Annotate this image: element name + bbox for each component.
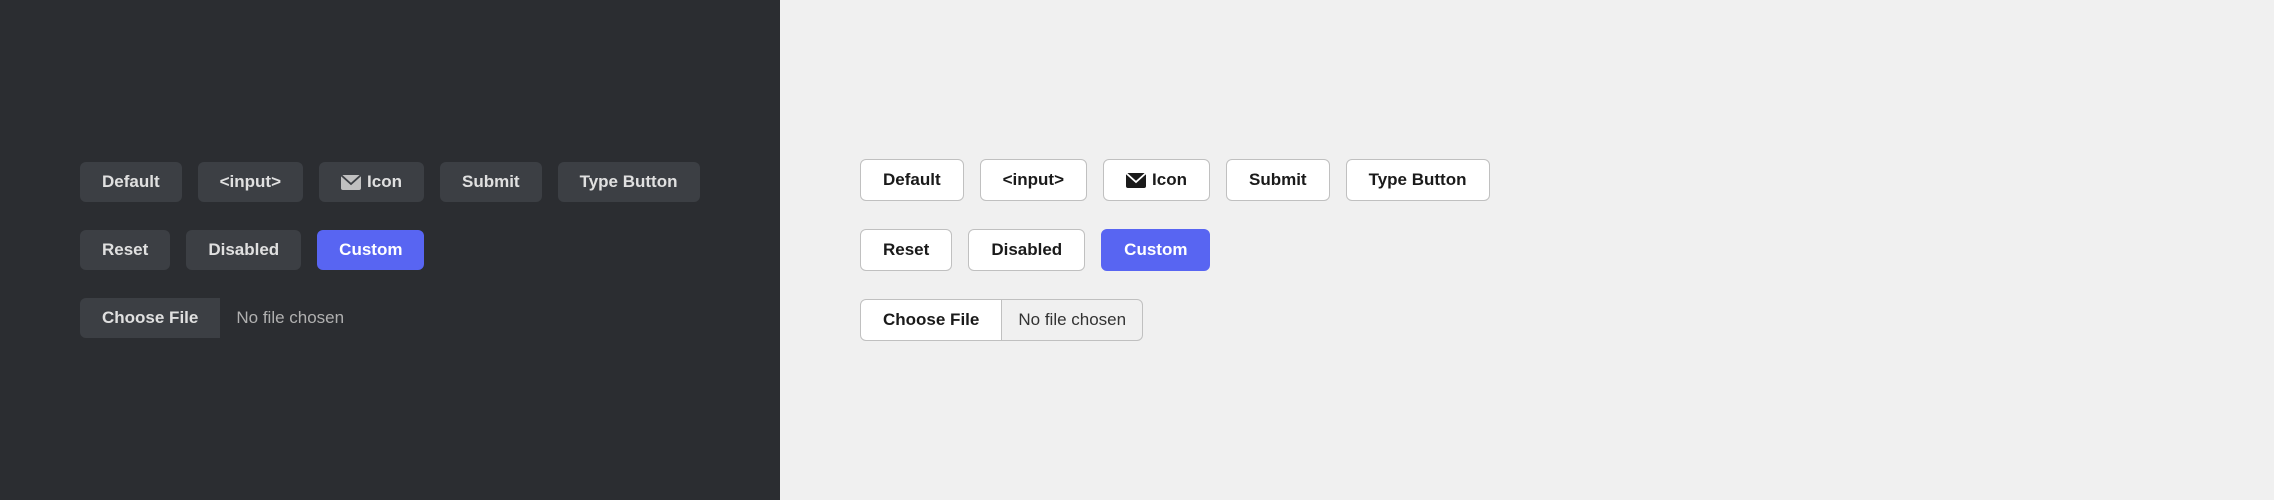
icon-btn-dark-label: Icon <box>367 172 402 192</box>
input-btn-light[interactable]: <input> <box>980 159 1087 201</box>
reset-btn-dark[interactable]: Reset <box>80 230 170 270</box>
mail-icon-dark <box>341 175 361 190</box>
dark-row2: Reset Disabled Custom <box>80 230 700 270</box>
submit-btn-light[interactable]: Submit <box>1226 159 1330 201</box>
disabled-btn-light[interactable]: Disabled <box>968 229 1085 271</box>
light-choose-file-btn[interactable]: Choose File <box>860 299 1002 341</box>
light-no-file-label: No file chosen <box>1002 299 1143 341</box>
light-file-row: Choose File No file chosen <box>860 299 2194 341</box>
custom-btn-dark[interactable]: Custom <box>317 230 424 270</box>
icon-btn-dark[interactable]: Icon <box>319 162 424 202</box>
dark-file-row: Choose File No file chosen <box>80 298 700 338</box>
mail-icon-light <box>1126 173 1146 188</box>
default-btn-dark[interactable]: Default <box>80 162 182 202</box>
icon-btn-light[interactable]: Icon <box>1103 159 1210 201</box>
light-row1: Default <input> Icon Submit Type Button <box>860 159 2194 201</box>
light-panel: Default <input> Icon Submit Type Button … <box>780 0 2274 500</box>
dark-choose-file-btn[interactable]: Choose File <box>80 298 220 338</box>
default-btn-light[interactable]: Default <box>860 159 964 201</box>
dark-panel: Default <input> Icon Submit Type Button … <box>0 0 780 500</box>
custom-btn-light[interactable]: Custom <box>1101 229 1210 271</box>
light-row2: Reset Disabled Custom <box>860 229 2194 271</box>
reset-btn-light[interactable]: Reset <box>860 229 952 271</box>
submit-btn-dark[interactable]: Submit <box>440 162 542 202</box>
dark-no-file-label: No file chosen <box>220 298 360 338</box>
type-button-btn-light[interactable]: Type Button <box>1346 159 1490 201</box>
dark-file-input: Choose File No file chosen <box>80 298 360 338</box>
input-btn-dark[interactable]: <input> <box>198 162 303 202</box>
type-button-btn-dark[interactable]: Type Button <box>558 162 700 202</box>
light-file-input: Choose File No file chosen <box>860 299 1143 341</box>
icon-btn-light-label: Icon <box>1152 170 1187 190</box>
dark-row1: Default <input> Icon Submit Type Button <box>80 162 700 202</box>
disabled-btn-dark[interactable]: Disabled <box>186 230 301 270</box>
